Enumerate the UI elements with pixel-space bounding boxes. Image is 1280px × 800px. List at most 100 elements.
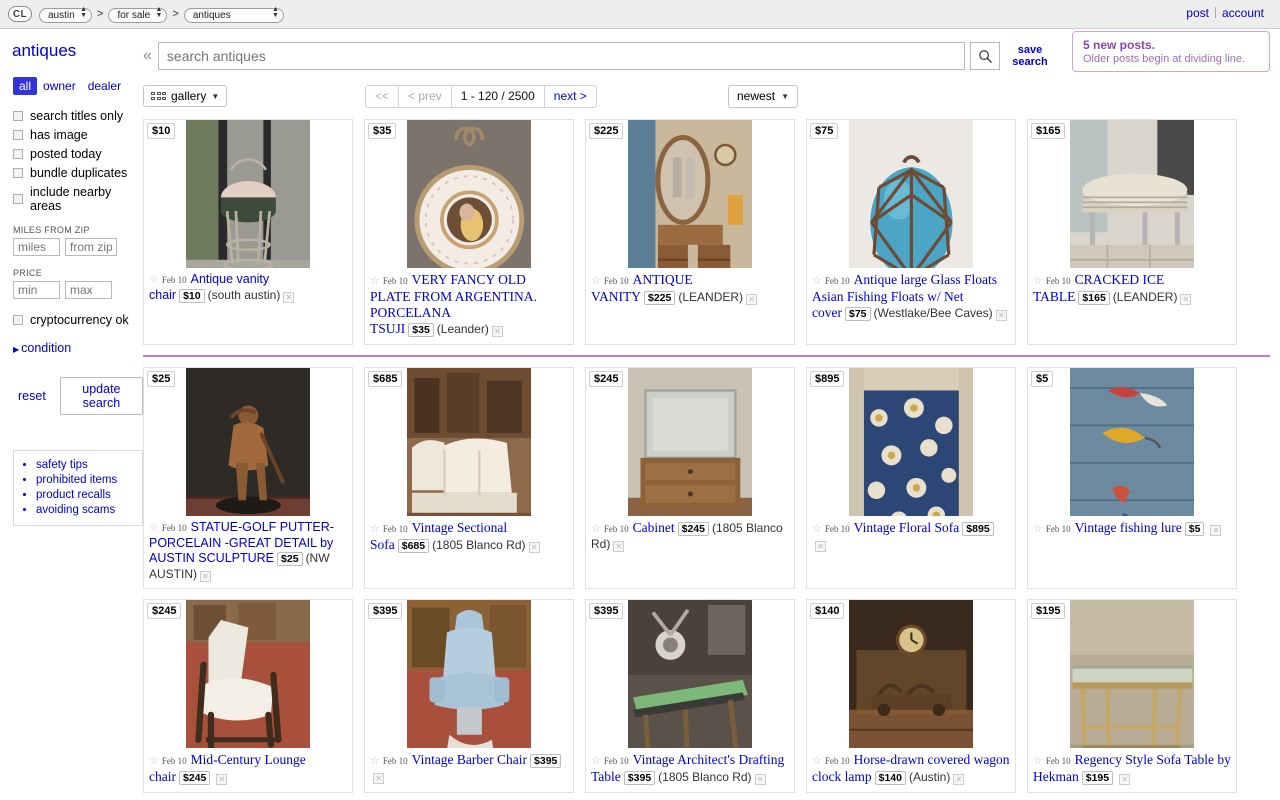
seller-filter-dealer[interactable]: dealer <box>82 77 127 95</box>
listing-thumbnail[interactable] <box>586 120 794 268</box>
listing-title-link[interactable]: Vintage Floral Sofa <box>854 520 960 535</box>
listing-card[interactable]: $395 ☆ Feb 10 Vintage Architect's Drafting … <box>585 599 795 793</box>
favorite-star-icon[interactable]: ☆ <box>370 275 380 287</box>
hide-listing-icon[interactable]: ✕ <box>528 542 540 553</box>
prev-page-button[interactable]: < prev <box>399 85 452 107</box>
favorite-star-icon[interactable]: ☆ <box>370 755 380 767</box>
listing-card[interactable]: $245 ☆ Feb 10 Cabinet $245 (1805 Blanco Rd) ✕ <box>585 367 795 589</box>
checkbox-icon[interactable] <box>13 194 23 204</box>
listing-thumbnail[interactable] <box>1028 600 1236 748</box>
favorite-star-icon[interactable]: ☆ <box>591 275 601 287</box>
hide-listing-icon[interactable]: ✕ <box>373 773 384 784</box>
post-link[interactable]: post <box>1180 6 1215 20</box>
save-search-link[interactable]: save search <box>1010 44 1050 68</box>
list-item[interactable]: safety tips <box>36 458 138 473</box>
listing-thumbnail[interactable] <box>144 120 352 268</box>
hide-listing-icon[interactable]: ✕ <box>1210 525 1222 536</box>
new-posts-banner[interactable]: 5 new posts. Older posts begin at dividi… <box>1072 31 1270 72</box>
seller-filter-all[interactable]: all <box>13 77 38 95</box>
search-input[interactable] <box>157 42 965 70</box>
listing-thumbnail[interactable] <box>586 368 794 516</box>
hide-listing-icon[interactable]: ✕ <box>746 294 758 305</box>
checkbox-icon[interactable] <box>13 111 23 121</box>
listing-card[interactable]: $165 ☆ Feb 10 CRACKED ICE TABLE $165 (LEANDER… <box>1027 119 1237 345</box>
listing-thumbnail[interactable] <box>1028 120 1236 268</box>
listing-card[interactable]: $10 ☆ Feb 10 Antique vanity chair $10 (south … <box>143 119 353 345</box>
favorite-star-icon[interactable]: ☆ <box>812 755 822 767</box>
favorite-star-icon[interactable]: ☆ <box>149 522 159 534</box>
site-select-wrap[interactable]: austin ▲ ▼ <box>39 6 92 23</box>
view-mode-selector[interactable]: gallery ▼ <box>143 85 228 107</box>
listing-thumbnail[interactable] <box>365 368 573 516</box>
listing-card[interactable]: $25 ☆ Feb 10 STATUE-GOLF PUTTER-PORCELAIN -… <box>143 367 353 589</box>
listing-thumbnail[interactable] <box>365 120 573 268</box>
section-select-wrap[interactable]: for sale ▲ ▼ <box>108 6 168 23</box>
favorite-star-icon[interactable]: ☆ <box>1033 755 1043 767</box>
hide-listing-icon[interactable]: ✕ <box>216 774 228 785</box>
seller-filter-owner[interactable]: owner <box>37 77 82 95</box>
list-item[interactable]: avoiding scams <box>36 503 138 518</box>
listing-card[interactable]: $5 ☆ Feb 10 Vintage fishing lure $5 ✕ <box>1027 367 1237 589</box>
listing-card[interactable]: $140 ☆ Feb 10 Horse-drawn covered wagon clo… <box>806 599 1016 793</box>
condition-filter-toggle[interactable]: ▶ condition <box>13 341 143 355</box>
favorite-star-icon[interactable]: ☆ <box>591 523 601 535</box>
seller-type-toggle[interactable]: all owner dealer <box>13 77 143 95</box>
sort-selector[interactable]: newest ▼ <box>728 84 798 108</box>
listing-card[interactable]: $895 ☆ Feb 10 Vintage Floral Sofa $895✕ <box>806 367 1016 589</box>
account-link[interactable]: account <box>1216 6 1270 20</box>
listing-thumbnail[interactable] <box>807 600 1015 748</box>
hide-listing-icon[interactable]: ✕ <box>995 310 1007 321</box>
listing-card[interactable]: $685 ☆ Feb 10 Vintage Sectional Sofa $685 (18… <box>364 367 574 589</box>
product-recalls-link[interactable]: product recalls <box>36 489 111 501</box>
hide-listing-icon[interactable]: ✕ <box>754 774 766 785</box>
favorite-star-icon[interactable]: ☆ <box>812 523 822 535</box>
reset-button[interactable]: reset <box>18 389 46 403</box>
hide-listing-icon[interactable]: ✕ <box>953 774 965 785</box>
site-select[interactable]: austin <box>39 7 92 23</box>
category-select-wrap[interactable]: antiques ▲ ▼ <box>183 6 284 23</box>
checkbox-search-titles-only[interactable]: search titles only <box>13 109 143 123</box>
hide-listing-icon[interactable]: ✕ <box>1119 774 1131 785</box>
favorite-star-icon[interactable]: ☆ <box>591 755 601 767</box>
hide-listing-icon[interactable]: ✕ <box>613 541 625 552</box>
favorite-star-icon[interactable]: ☆ <box>812 275 822 287</box>
listing-thumbnail[interactable] <box>1028 368 1236 516</box>
listing-card[interactable]: $75 ☆ Feb 10 Antique large Glass Floats Asi… <box>806 119 1016 345</box>
checkbox-posted-today[interactable]: posted today <box>13 147 143 161</box>
checkbox-bundle-duplicates[interactable]: bundle duplicates <box>13 166 143 180</box>
next-page-button[interactable]: next > <box>545 86 596 107</box>
listing-card[interactable]: $245 ☆ Feb 10 Mid-Century Lounge chair $245 ✕ <box>143 599 353 793</box>
craigslist-logo[interactable]: CL <box>8 6 32 22</box>
listing-card[interactable]: $225 ☆ Feb 10 ANTIQUE VANITY $225 (LEANDER) ✕ <box>585 119 795 345</box>
checkbox-include-nearby-areas[interactable]: include nearby areas <box>13 185 143 213</box>
checkbox-icon[interactable] <box>13 149 23 159</box>
hide-listing-icon[interactable]: ✕ <box>1180 294 1192 305</box>
listing-title-link[interactable]: Vintage Barber Chair <box>412 752 527 767</box>
zip-input[interactable] <box>65 238 117 256</box>
hide-listing-icon[interactable]: ✕ <box>815 541 826 552</box>
collapse-sidebar-icon[interactable]: « <box>143 47 152 65</box>
safety-tips-link[interactable]: safety tips <box>36 459 88 471</box>
price-min-input[interactable] <box>13 281 60 299</box>
section-select[interactable]: for sale <box>108 7 168 23</box>
update-search-button[interactable]: update search <box>59 377 143 415</box>
hide-listing-icon[interactable]: ✕ <box>491 326 503 337</box>
checkbox-has-image[interactable]: has image <box>13 128 143 142</box>
favorite-star-icon[interactable]: ☆ <box>1033 523 1043 535</box>
category-select[interactable]: antiques <box>183 7 284 23</box>
favorite-star-icon[interactable]: ☆ <box>370 523 380 535</box>
hide-listing-icon[interactable]: ✕ <box>283 292 295 303</box>
listing-thumbnail[interactable] <box>144 600 352 748</box>
miles-input[interactable] <box>13 238 60 256</box>
listing-thumbnail[interactable] <box>144 368 352 516</box>
listing-card[interactable]: $35 ☆ Feb 10 VERY FANCY OLD PLATE FROM ARGE… <box>364 119 574 345</box>
listing-card[interactable]: $395 ☆ Feb 10 Vintage Barber Chair $395✕ <box>364 599 574 793</box>
checkbox-cryptocurrency-ok[interactable]: cryptocurrency ok <box>13 313 143 327</box>
list-item[interactable]: prohibited items <box>36 473 138 488</box>
search-button[interactable] <box>970 42 1000 70</box>
listing-title-link[interactable]: Cabinet <box>633 520 675 535</box>
prohibited-items-link[interactable]: prohibited items <box>36 474 117 486</box>
favorite-star-icon[interactable]: ☆ <box>1033 275 1043 287</box>
listing-thumbnail[interactable] <box>807 120 1015 268</box>
listing-thumbnail[interactable] <box>365 600 573 748</box>
